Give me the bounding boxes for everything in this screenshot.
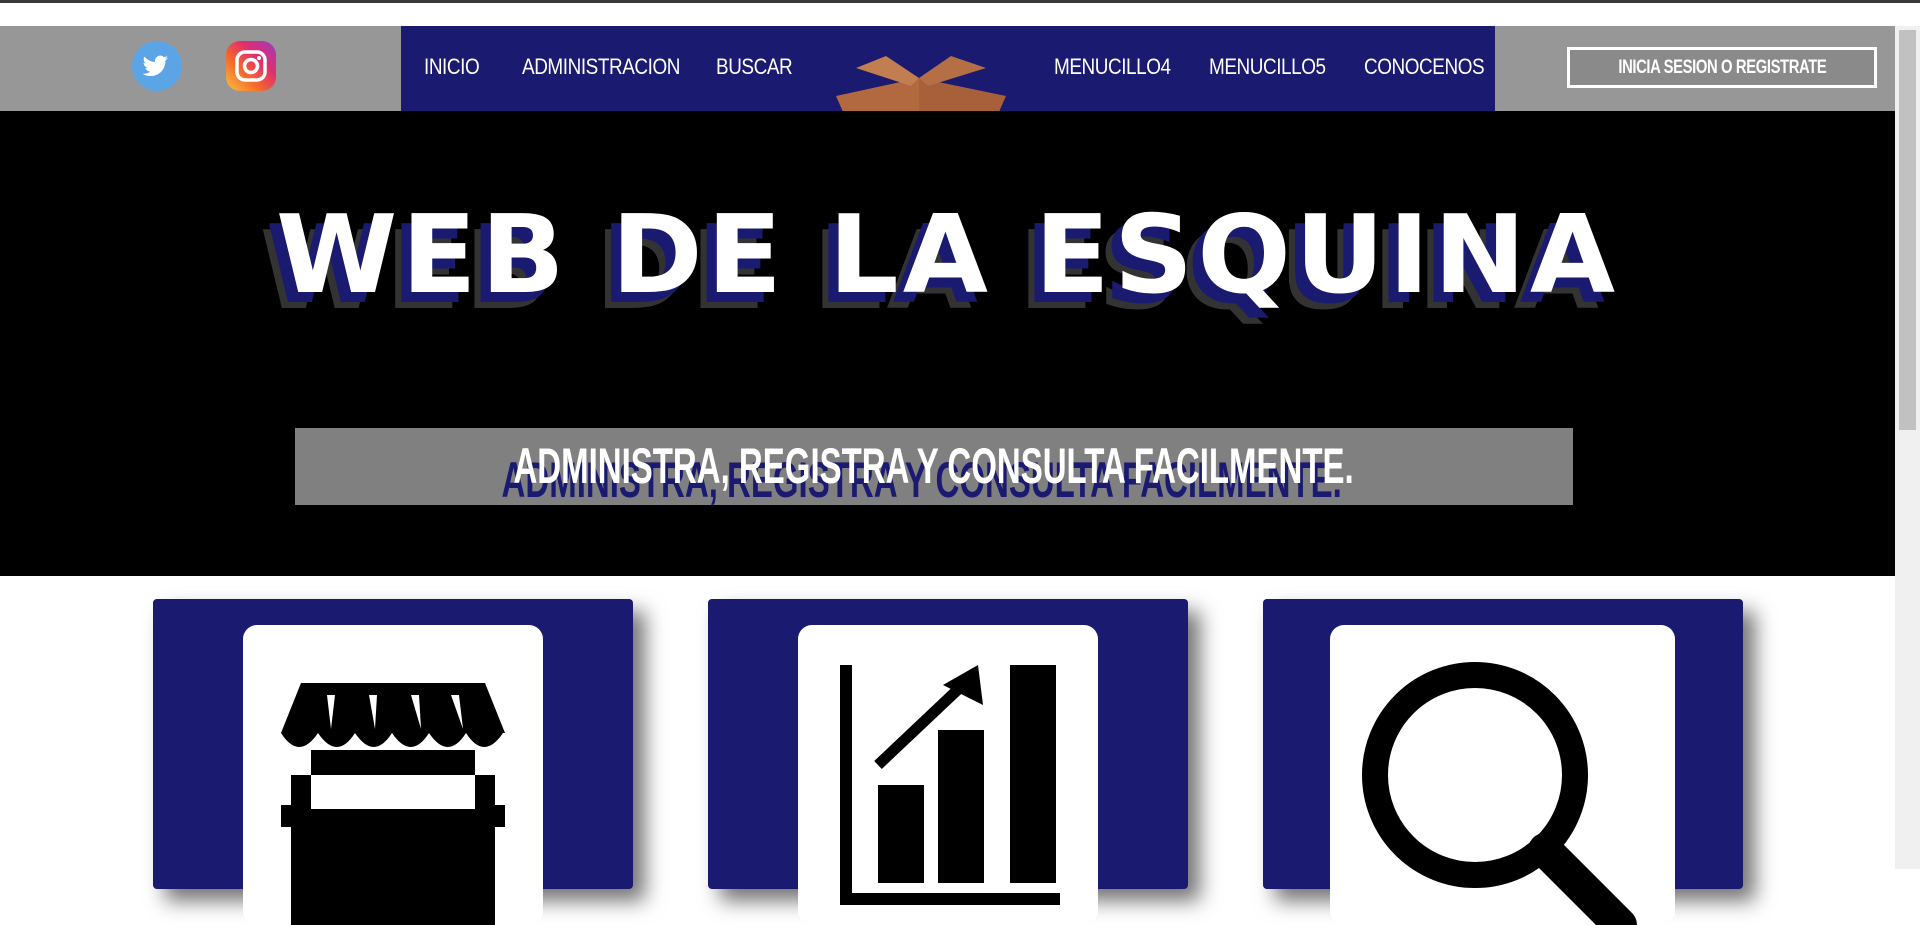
search-icon xyxy=(1362,662,1637,925)
hero-title: WEB DE LA ESQUINA xyxy=(0,193,1895,318)
card-administracion[interactable] xyxy=(153,599,633,925)
site-header: INICIO ADMINISTRACION BUSCAR MENUCILLO4 … xyxy=(0,26,1895,211)
hero-subtitle-text: ADMINISTRA, REGISTRA Y CONSULTA FACILMEN… xyxy=(513,438,1355,494)
login-register-label: INICIA SESION O REGISTRATE xyxy=(1617,57,1827,78)
nav-item-administracion[interactable]: ADMINISTRACION xyxy=(522,52,680,82)
store-icon xyxy=(281,683,505,925)
bar-chart-icon xyxy=(840,665,1060,905)
nav-item-menucillo5[interactable]: MENUCILLO5 xyxy=(1209,52,1326,82)
nav-item-buscar[interactable]: BUSCAR xyxy=(716,52,793,82)
instagram-icon[interactable] xyxy=(226,41,276,91)
twitter-icon[interactable] xyxy=(132,41,182,91)
scrollbar-thumb[interactable] xyxy=(1899,30,1916,430)
card-estadisticas[interactable] xyxy=(708,599,1188,925)
hero-banner: WEB DE LA ESQUINA ADMINISTRA, REGISTRA Y… xyxy=(0,111,1895,576)
nav-item-menucillo4[interactable]: MENUCILLO4 xyxy=(1054,52,1171,82)
nav-item-inicio[interactable]: INICIO xyxy=(424,52,480,82)
hero-subtitle: ADMINISTRA, REGISTRA Y CONSULTA FACILMEN… xyxy=(295,428,1573,505)
top-strip xyxy=(0,3,1920,26)
nav-item-conocenos[interactable]: CONOCENOS xyxy=(1364,52,1485,82)
card-image xyxy=(798,625,1098,925)
subtitle-bar: ADMINISTRA, REGISTRA Y CONSULTA FACILMEN… xyxy=(295,428,1573,505)
card-image xyxy=(1330,625,1675,925)
vertical-scrollbar[interactable] xyxy=(1895,26,1920,869)
card-image xyxy=(243,625,543,925)
card-buscar[interactable] xyxy=(1263,599,1743,925)
hero-title-text: WEB DE LA ESQUINA xyxy=(275,193,1620,318)
login-register-button[interactable]: INICIA SESION O REGISTRATE xyxy=(1567,47,1877,88)
